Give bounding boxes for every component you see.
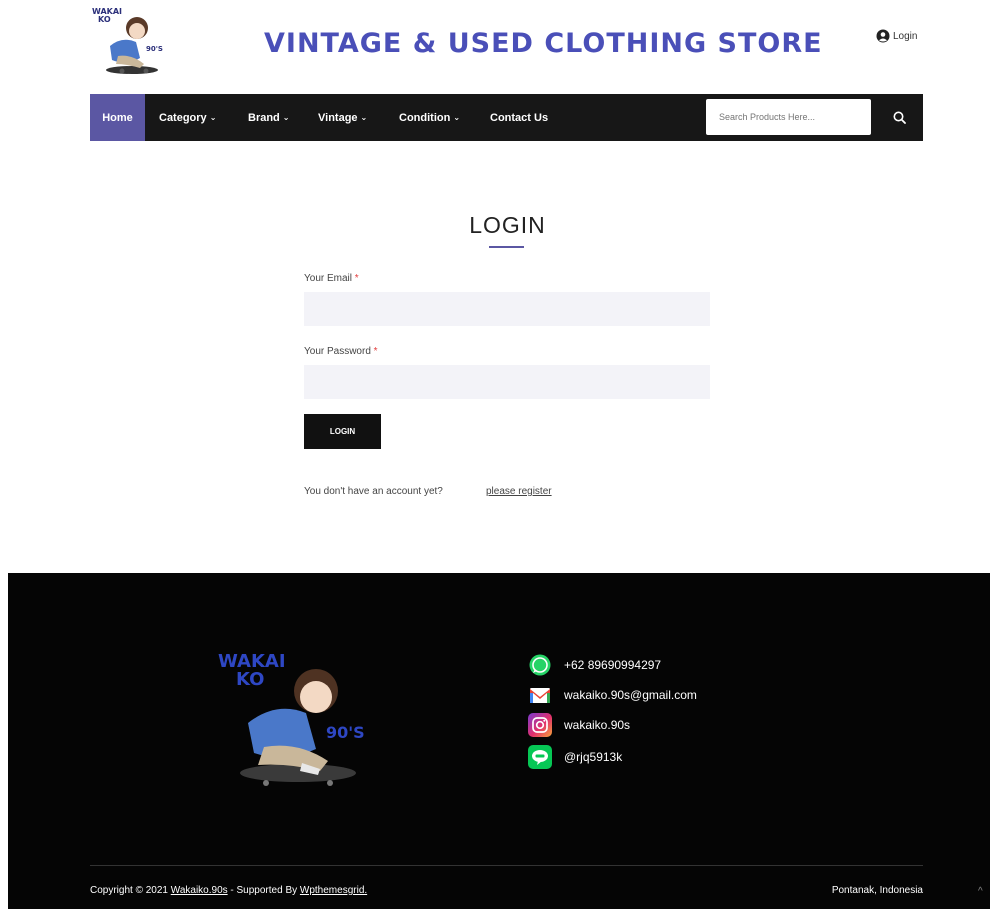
heading-underline xyxy=(489,246,524,248)
copyright-supported-by: - Supported By xyxy=(230,885,298,896)
contact-gmail[interactable]: wakaiko.90s@gmail.com xyxy=(528,683,697,707)
instagram-icon xyxy=(528,713,552,737)
search-input[interactable] xyxy=(706,99,871,135)
contact-instagram[interactable]: wakaiko.90s xyxy=(528,713,630,737)
nav-vintage-label: Vintage xyxy=(318,111,358,124)
email-field[interactable] xyxy=(304,292,710,326)
nav-condition-label: Condition xyxy=(399,111,451,124)
email-label-text: Your Email xyxy=(304,273,352,284)
password-label-text: Your Password xyxy=(304,346,371,357)
copyright-text: Copyright © 2021 Wakaiko.90s - Supported… xyxy=(90,885,367,896)
contact-whatsapp[interactable]: +62 89690994297 xyxy=(528,653,661,677)
scroll-to-top-button[interactable]: ^ xyxy=(978,886,983,897)
nav-category[interactable]: Category ⌄ xyxy=(159,94,216,141)
chevron-down-icon: ⌄ xyxy=(282,113,290,122)
chevron-down-icon: ⌄ xyxy=(360,113,368,122)
nav-brand[interactable]: Brand ⌄ xyxy=(248,94,289,141)
gmail-icon xyxy=(528,683,552,707)
footer-logo-wordmark: WAKAI KO xyxy=(218,651,286,690)
contact-line[interactable]: @rjq5913k xyxy=(528,745,622,769)
required-marker: * xyxy=(354,273,359,284)
site-logo[interactable]: WAKAI KO 90'S xyxy=(92,8,164,78)
login-submit-button[interactable]: LOGIN xyxy=(304,414,381,449)
main-navbar: Home Category ⌄ Brand ⌄ Vintage ⌄ Condition… xyxy=(90,94,923,141)
site-title: VINTAGE & USED CLOTHING STORE xyxy=(264,28,823,59)
contact-gmail-text: wakaiko.90s@gmail.com xyxy=(564,688,697,702)
contact-instagram-text: wakaiko.90s xyxy=(564,718,631,732)
site-footer: WAKAI KO 90'S +62 89690994297 wakaiko.90… xyxy=(8,573,990,909)
search-icon xyxy=(893,111,906,124)
footer-logo[interactable]: WAKAI KO 90'S xyxy=(218,653,368,793)
nav-category-label: Category xyxy=(159,111,207,124)
footer-logo-90s-text: 90'S xyxy=(326,723,365,742)
user-circle-icon xyxy=(876,29,890,43)
login-heading: LOGIN xyxy=(469,212,546,238)
search-button[interactable] xyxy=(879,99,919,135)
header-login-label: Login xyxy=(893,30,918,42)
logo-90s-text: 90'S xyxy=(146,45,163,53)
required-marker: * xyxy=(373,346,378,357)
line-icon xyxy=(528,745,552,769)
logo-wordmark: WAKAI KO xyxy=(92,7,123,24)
password-label: Your Password * xyxy=(304,346,378,357)
copyright-site-link[interactable]: Wakaiko.90s xyxy=(171,885,228,896)
nav-home[interactable]: Home xyxy=(90,94,145,141)
password-field[interactable] xyxy=(304,365,710,399)
nav-contact-us[interactable]: Contact Us xyxy=(490,94,548,141)
copyright-prefix: Copyright © 2021 xyxy=(90,885,168,896)
contact-whatsapp-text: +62 89690994297 xyxy=(564,658,662,672)
copyright-supporter-link[interactable]: Wpthemesgrid. xyxy=(300,885,367,896)
footer-divider xyxy=(90,865,923,866)
header-login-link[interactable]: Login xyxy=(876,29,917,43)
nav-condition[interactable]: Condition ⌄ xyxy=(399,94,460,141)
no-account-text: You don't have an account yet? xyxy=(304,486,443,497)
footer-location: Pontanak, Indonesia xyxy=(831,885,923,896)
nav-brand-label: Brand xyxy=(248,111,280,124)
chevron-down-icon: ⌄ xyxy=(209,113,217,122)
chevron-down-icon: ⌄ xyxy=(453,113,461,122)
register-link[interactable]: please register xyxy=(486,486,552,497)
nav-home-label: Home xyxy=(102,111,133,124)
whatsapp-icon xyxy=(528,653,552,677)
nav-contact-us-label: Contact Us xyxy=(490,111,549,124)
contact-line-text: @rjq5913k xyxy=(564,750,623,764)
email-label: Your Email * xyxy=(304,273,359,284)
nav-vintage[interactable]: Vintage ⌄ xyxy=(318,94,367,141)
